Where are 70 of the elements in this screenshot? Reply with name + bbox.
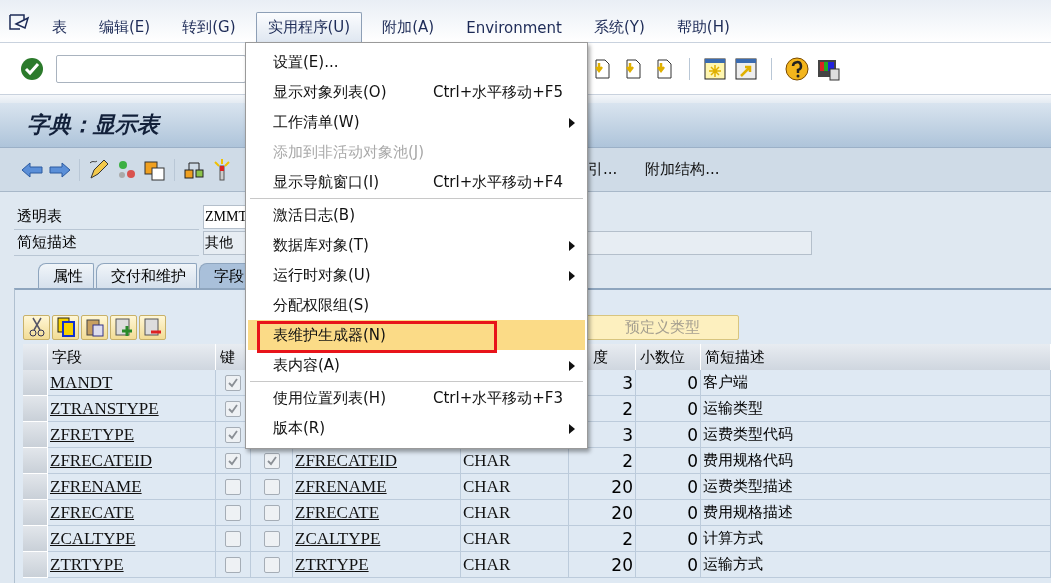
data-element-link[interactable]: ZFRENAME bbox=[295, 476, 387, 497]
field-name-link[interactable]: ZTRANSTYPE bbox=[50, 398, 159, 419]
description-text: 客户端 bbox=[703, 373, 748, 392]
decimals-text: 0 bbox=[687, 372, 698, 393]
decimals-text: 0 bbox=[687, 528, 698, 549]
menu-item[interactable]: 激活日志(B) bbox=[248, 200, 585, 230]
column-header: 小数位 bbox=[636, 344, 701, 370]
menu-bar-item[interactable]: 实用程序(U) bbox=[255, 12, 363, 42]
length-text: 20 bbox=[611, 476, 633, 497]
index-button[interactable]: 引... bbox=[584, 158, 622, 181]
field-name-link[interactable]: ZFRENAME bbox=[50, 476, 142, 497]
data-type-text: CHAR bbox=[463, 502, 511, 523]
column-header: 字段 bbox=[48, 344, 216, 370]
menu-item[interactable]: 版本(R) bbox=[248, 413, 585, 443]
decimals-text: 0 bbox=[687, 476, 698, 497]
column-header: 简短描述 bbox=[701, 344, 1051, 370]
length-text: 2 bbox=[622, 528, 633, 549]
decimals-text: 0 bbox=[687, 502, 698, 523]
length-text: 3 bbox=[622, 372, 633, 393]
menu-bar-item[interactable]: 附加(A) bbox=[370, 12, 447, 42]
description-text: 运输类型 bbox=[703, 399, 763, 418]
field-name-link[interactable]: ZTRTYPE bbox=[50, 554, 124, 575]
description-text: 费用规格描述 bbox=[703, 503, 793, 522]
data-element-link[interactable]: ZTRTYPE bbox=[295, 554, 369, 575]
menu-bar-item[interactable]: 转到(G) bbox=[170, 12, 248, 42]
data-type-text: CHAR bbox=[463, 450, 511, 471]
decimals-text: 0 bbox=[687, 450, 698, 471]
description-text: 计算方式 bbox=[703, 529, 763, 548]
decimals-text: 0 bbox=[687, 554, 698, 575]
menu-bar-item[interactable]: 表 bbox=[40, 12, 79, 42]
decimals-text: 0 bbox=[687, 424, 698, 445]
field-label: 透明表 bbox=[14, 204, 199, 230]
menu-item[interactable]: 显示导航窗口(I) Ctrl+水平移动+F4 bbox=[248, 167, 585, 197]
length-text: 2 bbox=[622, 398, 633, 419]
menu-item[interactable]: 表维护生成器(N) bbox=[248, 320, 585, 350]
field-name-link[interactable]: ZFRETYPE bbox=[50, 424, 135, 445]
append-structure-button[interactable]: 附加结构... bbox=[641, 158, 724, 181]
menu-bar-item[interactable]: 系统(Y) bbox=[581, 12, 657, 42]
length-text: 20 bbox=[611, 554, 633, 575]
length-text: 2 bbox=[622, 450, 633, 471]
description-text: 运输方式 bbox=[703, 555, 763, 574]
menu-item[interactable]: 数据库对象(T) bbox=[248, 230, 585, 260]
length-text: 3 bbox=[622, 424, 633, 445]
decimals-text: 0 bbox=[687, 398, 698, 419]
field-name-link[interactable]: ZFRECATE bbox=[50, 502, 135, 523]
screen-title: 字典：显示表 bbox=[27, 110, 159, 139]
description-text: 运费类型代码 bbox=[703, 425, 793, 444]
menu-item[interactable]: 使用位置列表(H) Ctrl+水平移动+F3 bbox=[248, 383, 585, 413]
data-element-link[interactable]: ZFRECATEID bbox=[295, 450, 397, 471]
description-text: 运费类型描述 bbox=[703, 477, 793, 496]
tab[interactable]: 交付和维护 bbox=[96, 263, 197, 288]
menu-item[interactable]: 设置(E)... bbox=[248, 47, 585, 77]
field-name-link[interactable]: MANDT bbox=[50, 372, 113, 393]
data-type-text: CHAR bbox=[463, 476, 511, 497]
data-element-link[interactable]: ZCALTYPE bbox=[295, 528, 381, 549]
tab[interactable]: 属性 bbox=[38, 263, 94, 288]
field-name-link[interactable]: ZCALTYPE bbox=[50, 528, 136, 549]
menu-bar-item[interactable]: 帮助(H) bbox=[664, 12, 742, 42]
menu-item[interactable]: 分配权限组(S) bbox=[248, 290, 585, 320]
length-text: 20 bbox=[611, 502, 633, 523]
description-text: 费用规格代码 bbox=[703, 451, 793, 470]
menu-item[interactable]: 显示对象列表(O) Ctrl+水平移动+F5 bbox=[248, 77, 585, 107]
menu-bar-item[interactable]: Environment bbox=[454, 12, 574, 42]
data-type-text: CHAR bbox=[463, 528, 511, 549]
menu-bar-item[interactable]: 编辑(E) bbox=[87, 12, 163, 42]
field-label: 简短描述 bbox=[14, 230, 199, 256]
data-element-link[interactable]: ZFRECATE bbox=[295, 502, 380, 523]
field-name-link[interactable]: ZFRECATEID bbox=[50, 450, 152, 471]
menu-item[interactable]: 工作清单(W) bbox=[248, 107, 585, 137]
data-type-text: CHAR bbox=[463, 554, 511, 575]
